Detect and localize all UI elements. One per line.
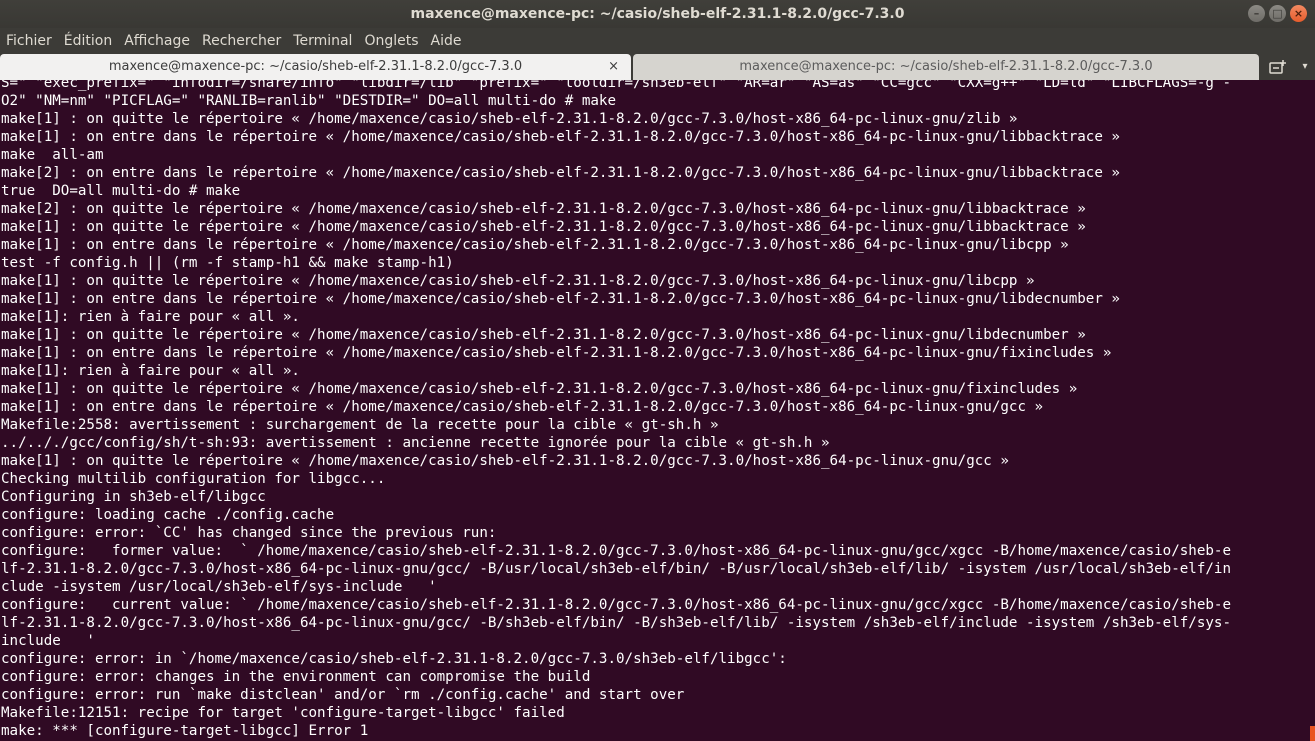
menu-onglets[interactable]: Onglets <box>358 28 424 54</box>
terminal-line: lf-2.31.1-8.2.0/gcc-7.3.0/host-x86_64-pc… <box>1 561 1231 577</box>
terminal-line: lf-2.31.1-8.2.0/gcc-7.3.0/host-x86_64-pc… <box>1 615 1231 631</box>
tab-terminal-2[interactable]: maxence@maxence-pc: ~/casio/sheb-elf-2.3… <box>633 54 1259 80</box>
close-window-button[interactable]: × <box>1290 5 1307 22</box>
terminal-line: make[1] : on quitte le répertoire « /hom… <box>1 273 1035 289</box>
window-titlebar[interactable]: maxence@maxence-pc: ~/casio/sheb-elf-2.3… <box>0 0 1315 28</box>
menu-rechercher[interactable]: Rechercher <box>196 28 287 54</box>
terminal-line: make[2] : on entre dans le répertoire « … <box>1 165 1120 181</box>
terminal-line: configure: error: changes in the environ… <box>1 669 591 685</box>
terminal-line: configure: loading cache ./config.cache <box>1 507 335 523</box>
terminal-line: include ' <box>1 633 95 649</box>
terminal-line: make[1]: rien à faire pour « all ». <box>1 309 300 325</box>
terminal-line: make[1] : on quitte le répertoire « /hom… <box>1 111 1018 127</box>
tab-label: maxence@maxence-pc: ~/casio/sheb-elf-2.3… <box>108 59 523 74</box>
terminal-line: clude -isystem /usr/local/sh3eb-elf/sys-… <box>1 579 437 595</box>
menu-affichage[interactable]: Affichage <box>118 28 196 54</box>
window-title: maxence@maxence-pc: ~/casio/sheb-elf-2.3… <box>410 6 905 22</box>
terminal-line: O2" "NM=nm" "PICFLAG=" "RANLIB=ranlib" "… <box>1 93 616 109</box>
terminal-lines: S=" "exec_prefix=" "infodir=/share/info"… <box>1 80 1301 740</box>
terminal-line: make[1] : on entre dans le répertoire « … <box>1 399 1044 415</box>
terminal-line: make[1] : on quitte le répertoire « /hom… <box>1 381 1078 397</box>
terminal-line: configure: former value: ` /home/maxence… <box>1 543 1231 559</box>
terminal-line: make all-am <box>1 147 104 163</box>
terminal-line: Configuring in sh3eb-elf/libgcc <box>1 489 266 505</box>
terminal-line: make[1] : on quitte le répertoire « /hom… <box>1 327 1086 343</box>
terminal-line: Checking multilib configuration for libg… <box>1 471 386 487</box>
scrollbar-indicator[interactable] <box>1310 726 1315 741</box>
menu-fichier[interactable]: Fichier <box>0 28 58 54</box>
new-tab-icon-glyph <box>1269 60 1286 74</box>
tab-label: maxence@maxence-pc: ~/casio/sheb-elf-2.3… <box>739 59 1153 74</box>
terminal-line: make[1]: rien à faire pour « all ». <box>1 363 300 379</box>
terminal-line: make[1] : on entre dans le répertoire « … <box>1 291 1120 307</box>
terminal-output[interactable]: S=" "exec_prefix=" "infodir=/share/info"… <box>0 80 1315 741</box>
terminal-line: make[1] : on entre dans le répertoire « … <box>1 237 1069 253</box>
tab-close-icon[interactable]: × <box>608 54 619 80</box>
maximize-button[interactable]: □ <box>1269 5 1286 22</box>
tab-menu-chevron-icon[interactable]: ▾ <box>1295 54 1315 80</box>
tab-bar: maxence@maxence-pc: ~/casio/sheb-elf-2.3… <box>0 54 1315 80</box>
terminal-line: make[1] : on entre dans le répertoire « … <box>1 129 1120 145</box>
new-tab-icon[interactable] <box>1262 54 1294 80</box>
terminal-line: S=" "exec_prefix=" "infodir=/share/info"… <box>1 80 1231 91</box>
menu-aide[interactable]: Aide <box>425 28 468 54</box>
terminal-line: make: *** [configure-target-libgcc] Erro… <box>1 723 369 739</box>
terminal-line: make[2] : on quitte le répertoire « /hom… <box>1 201 1086 217</box>
minimize-button[interactable]: – <box>1248 5 1265 22</box>
terminal-line: true DO=all multi-do # make <box>1 183 241 199</box>
tab-terminal-1[interactable]: maxence@maxence-pc: ~/casio/sheb-elf-2.3… <box>0 54 631 80</box>
terminal-line: ../.././gcc/config/sh/t-sh:93: avertisse… <box>1 435 830 451</box>
terminal-line: configure: current value: ` /home/maxenc… <box>1 597 1231 613</box>
menu-edition[interactable]: Édition <box>58 28 118 54</box>
terminal-line: make[1] : on entre dans le répertoire « … <box>1 345 1112 361</box>
terminal-line: test -f config.h || (rm -f stamp-h1 && m… <box>1 255 454 271</box>
terminal-line: configure: error: run `make distclean' a… <box>1 687 685 703</box>
menu-terminal[interactable]: Terminal <box>287 28 358 54</box>
window-controls: – □ × <box>1248 5 1307 22</box>
terminal-line: make[1] : on quitte le répertoire « /hom… <box>1 453 1009 469</box>
menubar: Fichier Édition Affichage Rechercher Ter… <box>0 28 1315 54</box>
terminal-line: configure: error: `CC' has changed since… <box>1 525 497 541</box>
terminal-line: make[1] : on quitte le répertoire « /hom… <box>1 219 1086 235</box>
terminal-line: configure: error: in `/home/maxence/casi… <box>1 651 787 667</box>
terminal-line: Makefile:2558: avertissement : surcharge… <box>1 417 719 433</box>
terminal-line: Makefile:12151: recipe for target 'confi… <box>1 705 565 721</box>
